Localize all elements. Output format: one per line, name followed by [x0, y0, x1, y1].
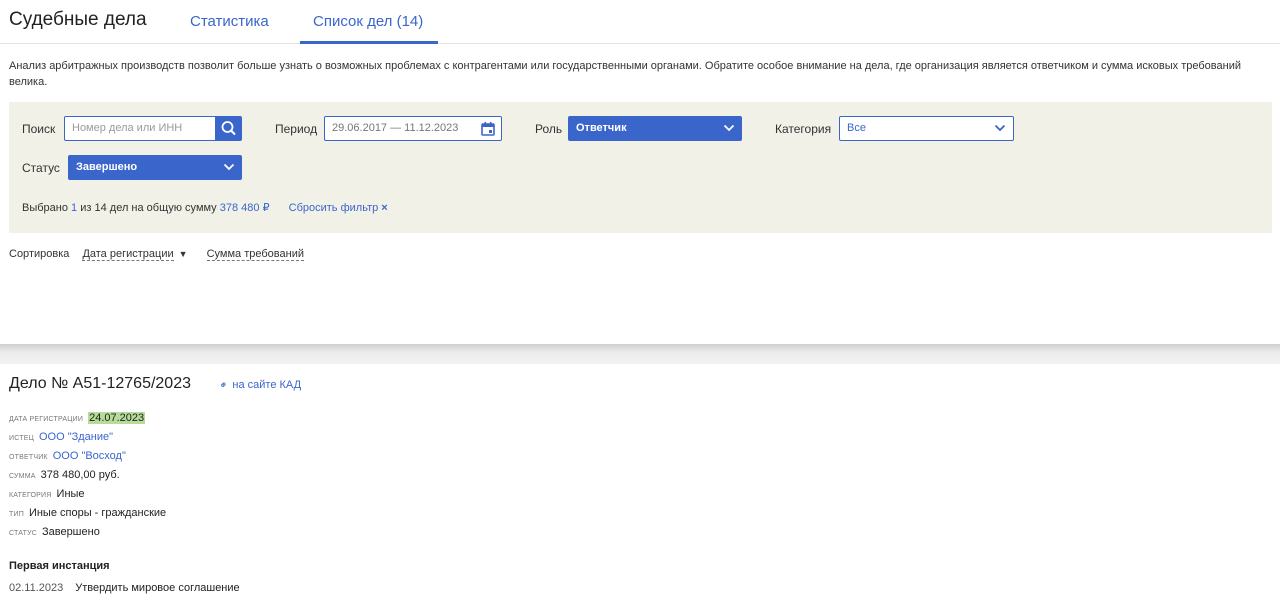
sort-desc-icon: ▼	[178, 249, 188, 259]
intro-text: Анализ арбитражных производств позволит …	[9, 60, 1241, 88]
reset-filter-label: Сбросить фильтр	[288, 202, 379, 214]
field-name: СТАТУС	[9, 530, 37, 537]
category-select[interactable]: Все	[839, 116, 1014, 141]
status-label: Статус	[22, 161, 60, 175]
role-select[interactable]: Ответчик	[568, 116, 742, 141]
summary-amount: 378 480 ₽	[219, 202, 270, 214]
active-tab-indicator	[300, 41, 438, 44]
section-divider	[0, 344, 1280, 364]
field-name: ДАТА РЕГИСТРАЦИИ	[9, 416, 84, 423]
tab-case-list[interactable]: Список дел (14)	[313, 13, 423, 30]
summary-selected-count: 1	[71, 202, 78, 214]
registration-date-value: 24.07.2023	[88, 412, 146, 424]
reset-filter-button[interactable]: Сбросить фильтр ×	[289, 202, 388, 214]
chevron-down-icon	[223, 163, 235, 171]
search-input[interactable]: Номер дела или ИНН	[64, 116, 219, 141]
field-name: ОТВЕТЧИК	[9, 454, 48, 461]
field-status: СТАТУС Завершено	[9, 526, 100, 538]
search-button[interactable]	[215, 116, 242, 141]
period-value: 29.06.2017 — 11.12.2023	[332, 122, 459, 134]
event-date: 02.11.2023	[9, 582, 64, 594]
defendant-link[interactable]: ООО "Восход"	[53, 450, 126, 462]
period-label: Период	[275, 122, 318, 136]
summary-middle: из 14 дел на общую сумму	[80, 202, 217, 214]
kad-link[interactable]: ⚭на сайте КАД	[217, 378, 302, 393]
sort-by-amount[interactable]: Сумма требований	[206, 248, 304, 261]
search-icon	[221, 121, 236, 136]
field-type: ТИП Иные споры - гражданские	[9, 507, 166, 519]
period-input[interactable]: 29.06.2017 — 11.12.2023	[324, 116, 502, 141]
tab-statistics[interactable]: Статистика	[190, 13, 269, 30]
role-value: Ответчик	[576, 122, 627, 134]
field-name: ТИП	[9, 511, 24, 518]
summary-prefix: Выбрано	[22, 202, 68, 214]
list-item: 02.11.2023 Утвердить мировое соглашение	[9, 582, 240, 594]
amount-value: 378 480,00 руб.	[40, 469, 120, 481]
sort-by-date-label: Дата регистрации	[82, 248, 174, 261]
type-value: Иные споры - гражданские	[28, 507, 167, 519]
category-label: Категория	[775, 122, 832, 136]
field-defendant: ОТВЕТЧИК ООО "Восход"	[9, 450, 126, 462]
page-title: Судебные дела	[9, 9, 147, 30]
field-name: ИСТЕЦ	[9, 435, 34, 442]
kad-link-label: на сайте КАД	[232, 379, 302, 391]
plaintiff-link[interactable]: ООО "Здание"	[39, 431, 113, 443]
field-registration-date: ДАТА РЕГИСТРАЦИИ 24.07.2023	[9, 412, 146, 424]
header: Судебные дела Статистика Список дел (14)	[0, 0, 1280, 44]
close-icon: ×	[381, 202, 388, 214]
field-amount: СУММА 378 480,00 руб.	[9, 469, 120, 481]
sort-label: Сортировка	[9, 248, 70, 260]
field-name: КАТЕГОРИЯ	[9, 492, 52, 499]
case-title: Дело № А51-12765/2023	[9, 375, 191, 392]
field-category: КАТЕГОРИЯ Иные	[9, 488, 85, 500]
instance-title: Первая инстанция	[9, 560, 110, 572]
role-label: Роль	[535, 122, 563, 136]
selection-summary: Выбрано 1 из 14 дел на общую сумму 378 4…	[22, 201, 388, 214]
calendar-icon[interactable]	[480, 121, 496, 137]
event-text: Утвердить мировое соглашение	[75, 582, 240, 594]
category-value: Все	[847, 122, 866, 134]
status-select[interactable]: Завершено	[68, 155, 242, 180]
sort-by-date[interactable]: Дата регистрации ▼	[82, 248, 188, 261]
category-value: Иные	[56, 488, 85, 500]
search-label: Поиск	[22, 122, 56, 136]
link-icon: ⚭	[217, 378, 232, 393]
filter-panel: Поиск Номер дела или ИНН Период 29.06.20…	[9, 102, 1272, 233]
chevron-down-icon	[994, 124, 1006, 132]
sort-row: Сортировка Дата регистрации ▼ Сумма требо…	[9, 248, 304, 261]
status-value: Завершено	[41, 526, 100, 538]
status-value: Завершено	[76, 161, 138, 173]
field-name: СУММА	[9, 473, 36, 480]
field-plaintiff: ИСТЕЦ ООО "Здание"	[9, 431, 113, 443]
chevron-down-icon	[723, 124, 735, 132]
